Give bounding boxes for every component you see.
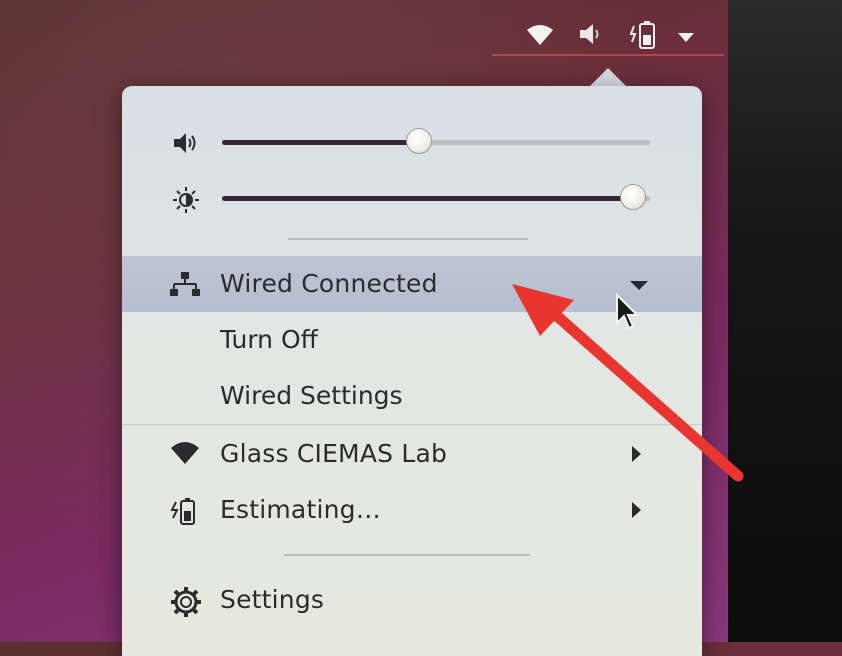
annotation-arrow (512, 284, 744, 482)
